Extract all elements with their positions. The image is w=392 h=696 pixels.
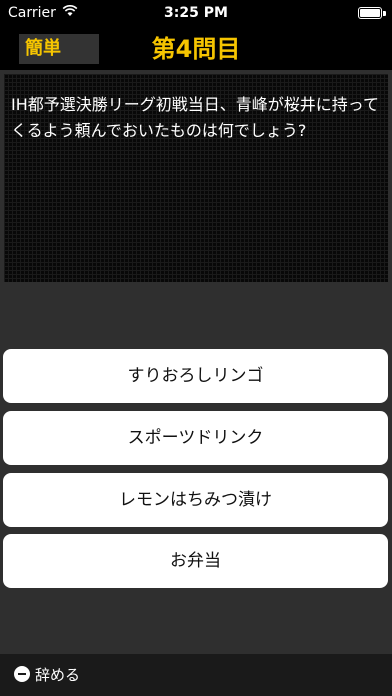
quit-label: 辞める	[35, 666, 81, 684]
answer-button-2[interactable]: スポーツドリンク	[3, 411, 388, 465]
battery-icon	[358, 7, 386, 19]
quiz-header: 簡単 第4問目	[0, 28, 392, 70]
answer-button-4[interactable]: お弁当	[3, 534, 388, 588]
question-panel: IH都予選決勝リーグ初戦当日、青峰が桜井に持ってくるよう頼んでおいたものは何でし…	[4, 74, 388, 282]
answer-button-1[interactable]: すりおろしリンゴ	[3, 349, 388, 403]
status-time: 3:25 PM	[164, 5, 228, 21]
question-text: IH都予選決勝リーグ初戦当日、青峰が桜井に持ってくるよう頼んでおいたものは何でし…	[11, 95, 379, 140]
answer-button-3[interactable]: レモンはちみつ漬け	[3, 473, 388, 527]
toolbar: 辞める	[0, 654, 392, 696]
minus-circle-icon	[14, 666, 30, 682]
status-bar: Carrier 3:25 PM	[0, 0, 392, 28]
question-number-title: 第4問目	[151, 35, 241, 63]
